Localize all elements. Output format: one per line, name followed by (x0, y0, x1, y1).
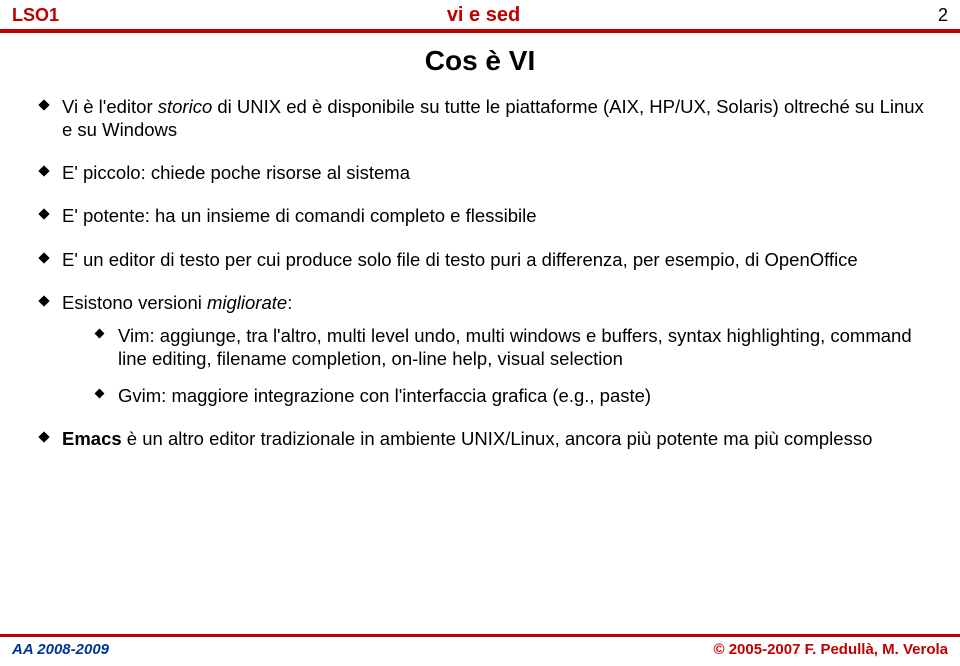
footer-academic-year: AA 2008-2009 (12, 641, 109, 658)
header-divider (0, 29, 960, 33)
sub-bullet-item: Vim: aggiunge, tra l'altro, multi level … (92, 324, 926, 370)
bullet-item: E' un editor di testo per cui produce so… (34, 248, 926, 271)
bullet-text-prefix: Vi è l'editor (62, 96, 158, 117)
bullet-text: E' piccolo: chiede poche risorse al sist… (62, 162, 410, 183)
bullet-list: Vi è l'editor storico di UNIX ed è dispo… (34, 95, 926, 450)
bullet-text-prefix: Esistono versioni (62, 292, 207, 313)
slide-footer: AA 2008-2009 © 2005-2007 F. Pedullà, M. … (0, 634, 960, 658)
slide-title: Cos è VI (0, 45, 960, 77)
slide-content: Vi è l'editor storico di UNIX ed è dispo… (0, 95, 960, 450)
sub-bullet-item: Gvim: maggiore integrazione con l'interf… (92, 384, 926, 407)
footer-divider (0, 634, 960, 637)
bullet-item: E' potente: ha un insieme di comandi com… (34, 204, 926, 227)
sub-bullet-list: Vim: aggiunge, tra l'altro, multi level … (92, 324, 926, 407)
footer-copyright: © 2005-2007 F. Pedullà, M. Verola (714, 641, 949, 658)
bullet-text-suffix: è un altro editor tradizionale in ambien… (122, 428, 873, 449)
bullet-text: E' un editor di testo per cui produce so… (62, 249, 858, 270)
bullet-text-suffix: : (287, 292, 292, 313)
bullet-item: Emacs è un altro editor tradizionale in … (34, 427, 926, 450)
bullet-text-bold: Emacs (62, 428, 122, 449)
bullet-text: E' potente: ha un insieme di comandi com… (62, 205, 537, 226)
sub-bullet-text: Vim: aggiunge, tra l'altro, multi level … (118, 325, 912, 369)
bullet-text-em: migliorate (207, 292, 287, 313)
sub-bullet-text: Gvim: maggiore integrazione con l'interf… (118, 385, 651, 406)
header-topic: vi e sed (59, 4, 908, 27)
bullet-item: Vi è l'editor storico di UNIX ed è dispo… (34, 95, 926, 141)
bullet-item: Esistono versioni migliorate: Vim: aggiu… (34, 291, 926, 408)
header-course-code: LSO1 (12, 5, 59, 26)
bullet-item: E' piccolo: chiede poche risorse al sist… (34, 161, 926, 184)
bullet-text-em: storico (158, 96, 213, 117)
slide-header: LSO1 vi e sed 2 (0, 0, 960, 27)
header-page-number: 2 (908, 5, 948, 26)
